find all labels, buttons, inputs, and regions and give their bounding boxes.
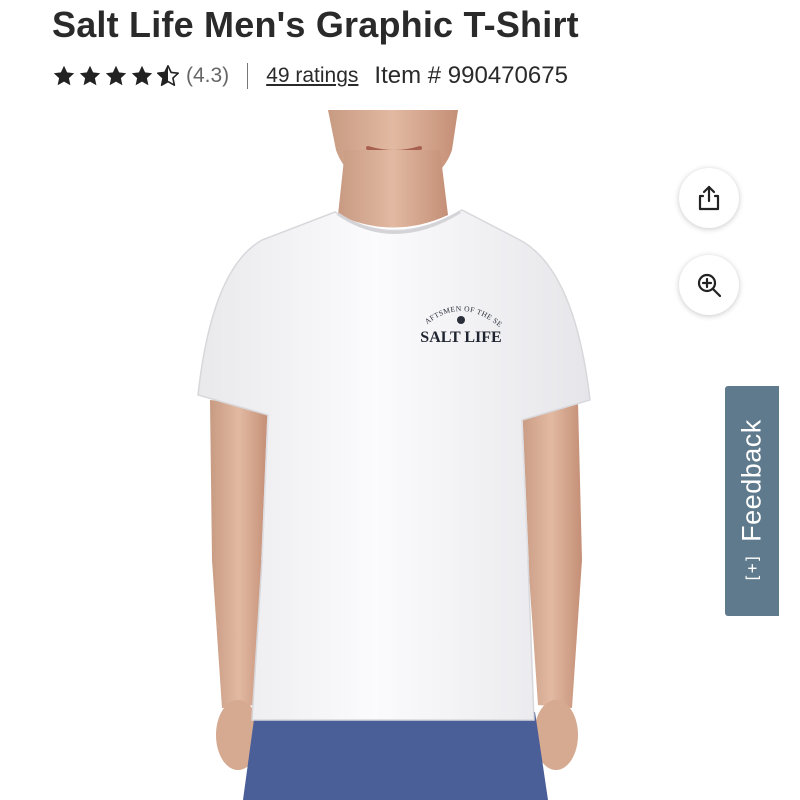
feedback-tab[interactable]: [+] Feedback	[725, 386, 779, 616]
item-number: Item # 990470675	[374, 62, 568, 89]
rating-row: (4.3) 49 ratings Item # 990470675	[52, 58, 568, 94]
share-icon	[698, 185, 720, 211]
feedback-label: Feedback	[736, 419, 767, 542]
product-image[interactable]: CRAFTSMEN OF THE SEA SALT LIFE	[0, 110, 800, 800]
star-rating[interactable]	[52, 64, 180, 88]
zoom-in-icon	[697, 273, 722, 298]
zoom-button[interactable]	[679, 255, 739, 315]
ratings-count-link[interactable]: 49 ratings	[266, 64, 358, 88]
star-full-icon	[79, 65, 101, 86]
feedback-inner: [+] Feedback	[737, 419, 768, 582]
star-full-icon	[131, 65, 153, 86]
divider	[247, 63, 249, 89]
star-full-icon	[105, 65, 127, 86]
product-title: Salt Life Men's Graphic T-Shirt	[52, 4, 579, 45]
star-full-icon	[53, 65, 75, 86]
rating-value: (4.3)	[186, 64, 230, 87]
feedback-plus-icon: [+]	[742, 553, 762, 583]
logo-text: SALT LIFE	[420, 329, 501, 346]
star-half-icon	[157, 65, 179, 86]
share-button[interactable]	[679, 168, 739, 228]
